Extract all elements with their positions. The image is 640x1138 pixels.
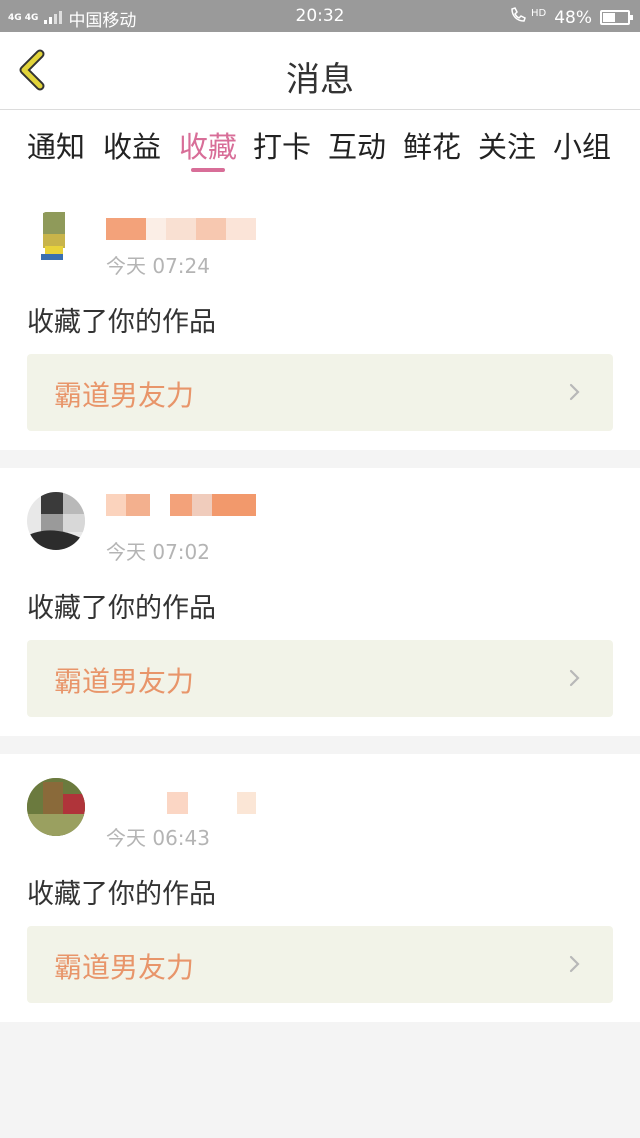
work-title: 霸道男友力 [54, 665, 195, 698]
message-card: 今天 06:43 收藏了你的作品 霸道男友力 [0, 754, 640, 1022]
work-title: 霸道男友力 [54, 379, 195, 412]
avatar[interactable] [27, 210, 85, 268]
page-title: 消息 [286, 60, 354, 100]
header: 消息 [0, 32, 640, 110]
call-icon [509, 6, 531, 29]
username-blurred [106, 494, 256, 516]
tab-earnings[interactable]: 收益 [100, 124, 164, 166]
message-action: 收藏了你的作品 [27, 307, 216, 338]
tab-notifications[interactable]: 通知 [24, 124, 88, 166]
message-card: 今天 07:02 收藏了你的作品 霸道男友力 [0, 468, 640, 736]
tab-bar: 通知 收益 收藏 打卡 互动 鲜花 关注 小组 [0, 110, 640, 182]
battery-percent: 48% [554, 7, 592, 28]
active-tab-indicator [191, 168, 225, 172]
message-card: 今天 07:24 收藏了你的作品 霸道男友力 [0, 182, 640, 450]
work-link[interactable]: 霸道男友力 [27, 926, 613, 1003]
tab-groups[interactable]: 小组 [550, 124, 614, 166]
tab-following[interactable]: 关注 [475, 124, 539, 166]
message-action: 收藏了你的作品 [27, 879, 216, 910]
message-time: 今天 07:24 [106, 254, 210, 278]
message-action: 收藏了你的作品 [27, 593, 216, 624]
username-blurred [106, 792, 256, 814]
tab-checkin[interactable]: 打卡 [250, 124, 314, 166]
chevron-right-icon [569, 669, 580, 687]
chevron-right-icon [569, 383, 580, 401]
tab-flowers[interactable]: 鲜花 [400, 124, 464, 166]
chevron-right-icon [569, 955, 580, 973]
avatar[interactable] [27, 492, 85, 550]
work-link[interactable]: 霸道男友力 [27, 354, 613, 431]
work-title: 霸道男友力 [54, 951, 195, 984]
tab-favorites[interactable]: 收藏 [176, 124, 240, 166]
message-time: 今天 07:02 [106, 540, 210, 564]
hd-label: HD [530, 8, 547, 19]
username-blurred [106, 218, 256, 240]
message-time: 今天 06:43 [106, 826, 210, 850]
tab-interaction[interactable]: 互动 [325, 124, 389, 166]
avatar[interactable] [27, 778, 85, 836]
work-link[interactable]: 霸道男友力 [27, 640, 613, 717]
battery-icon [600, 10, 633, 25]
status-bar: 4G 4G 中国移动 20:32 HD 48% [0, 0, 640, 32]
